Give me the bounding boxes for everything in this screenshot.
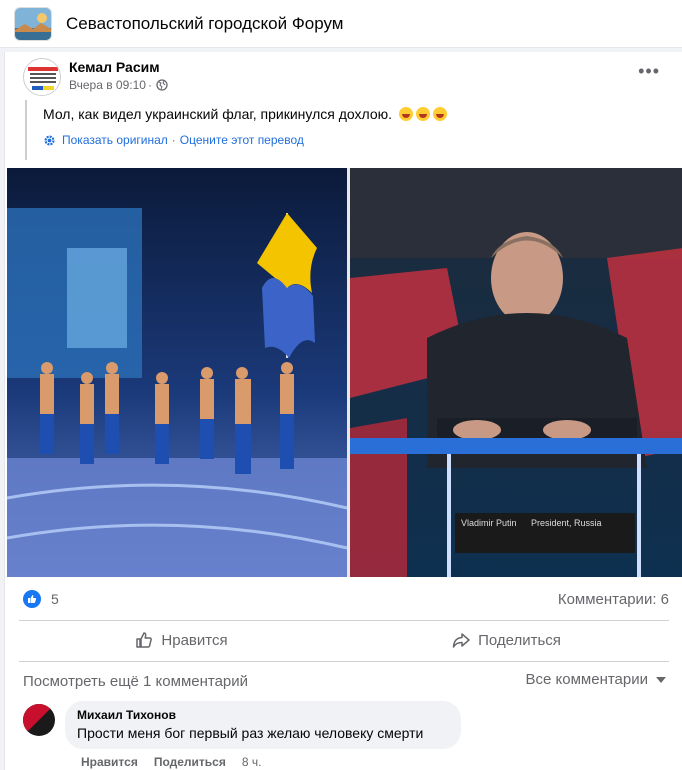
like-icon — [136, 632, 153, 648]
like-button[interactable]: Нравится — [19, 622, 344, 658]
comment-author[interactable]: Михаил Тихонов — [77, 708, 449, 722]
comments-filter-label: Все комментарии — [525, 671, 648, 688]
post-photo[interactable]: Vladimir Putin President, Russia — [7, 168, 682, 577]
photo-illustration — [7, 168, 682, 577]
post-time[interactable]: Вчера в 09:10 — [69, 78, 146, 92]
comment-text: Прости меня бог первый раз желаю человек… — [77, 725, 424, 741]
group-header: Севастопольский городской Форум — [0, 0, 682, 48]
more-icon[interactable]: ••• — [638, 62, 660, 80]
page: Севастопольский городской Форум Кемал Ра… — [0, 0, 682, 770]
comments-count[interactable]: Комментарии: 6 — [558, 591, 669, 608]
likes-count[interactable]: 5 — [51, 591, 59, 607]
post-author[interactable]: Кемал Расим — [69, 58, 168, 76]
post-meta: Вчера в 09:10 · — [69, 78, 168, 92]
photo-divider — [347, 168, 350, 577]
translation-row: Показать оригинал · Оцените этот перевод — [43, 133, 304, 147]
laughing-emoji-icon — [432, 107, 447, 121]
chevron-down-icon — [656, 676, 666, 683]
view-more-comments-link[interactable]: Посмотреть ещё 1 комментарий — [23, 673, 248, 690]
post-card: Кемал Расим Вчера в 09:10 · ••• Мол, как… — [4, 52, 682, 770]
photo-caption-role: President, Russia — [531, 518, 602, 528]
translation-quote-bar — [25, 100, 27, 160]
author-block: Кемал Расим Вчера в 09:10 · — [69, 58, 168, 92]
translate-separator: · — [171, 133, 176, 147]
divider — [19, 661, 669, 662]
comment-like-button[interactable]: Нравится — [81, 755, 138, 769]
like-button-label: Нравится — [161, 631, 228, 649]
comment-time[interactable]: 8 ч. — [242, 755, 262, 769]
group-title[interactable]: Севастопольский городской Форум — [66, 14, 343, 34]
post-text: Мол, как видел украинский флаг, прикинул… — [43, 106, 447, 122]
post-actions: Нравится Поделиться — [19, 622, 669, 658]
post-header: Кемал Расим Вчера в 09:10 · — [23, 58, 168, 96]
comment-share-button[interactable]: Поделиться — [154, 755, 226, 769]
laughing-emoji-icon — [398, 107, 413, 121]
share-button-label: Поделиться — [478, 631, 561, 649]
photo-caption-name: Vladimir Putin — [461, 518, 517, 528]
divider — [19, 620, 669, 621]
gear-icon — [44, 134, 55, 146]
author-avatar[interactable] — [23, 58, 61, 96]
comment-actions: Нравится Поделиться 8 ч. — [81, 755, 277, 769]
photo-caption: Vladimir Putin President, Russia — [461, 518, 631, 529]
commenter-avatar[interactable] — [23, 704, 55, 736]
globe-icon — [156, 79, 168, 91]
laughing-emoji-icon — [415, 107, 430, 121]
comment-bubble: Михаил Тихонов Прости меня бог первый ра… — [65, 701, 461, 749]
reactions-summary[interactable]: 5 — [23, 590, 59, 608]
rate-translation-link[interactable]: Оцените этот перевод — [180, 133, 304, 147]
like-reaction-icon — [23, 590, 41, 608]
share-button[interactable]: Поделиться — [344, 622, 669, 658]
comments-filter-dropdown[interactable]: Все комментарии — [526, 671, 666, 688]
share-icon — [452, 633, 470, 648]
meta-separator: · — [147, 78, 152, 92]
group-thumbnail[interactable] — [14, 6, 52, 41]
show-original-link[interactable]: Показать оригинал — [62, 133, 168, 147]
post-text-content: Мол, как видел украинский флаг, прикинул… — [43, 106, 393, 122]
